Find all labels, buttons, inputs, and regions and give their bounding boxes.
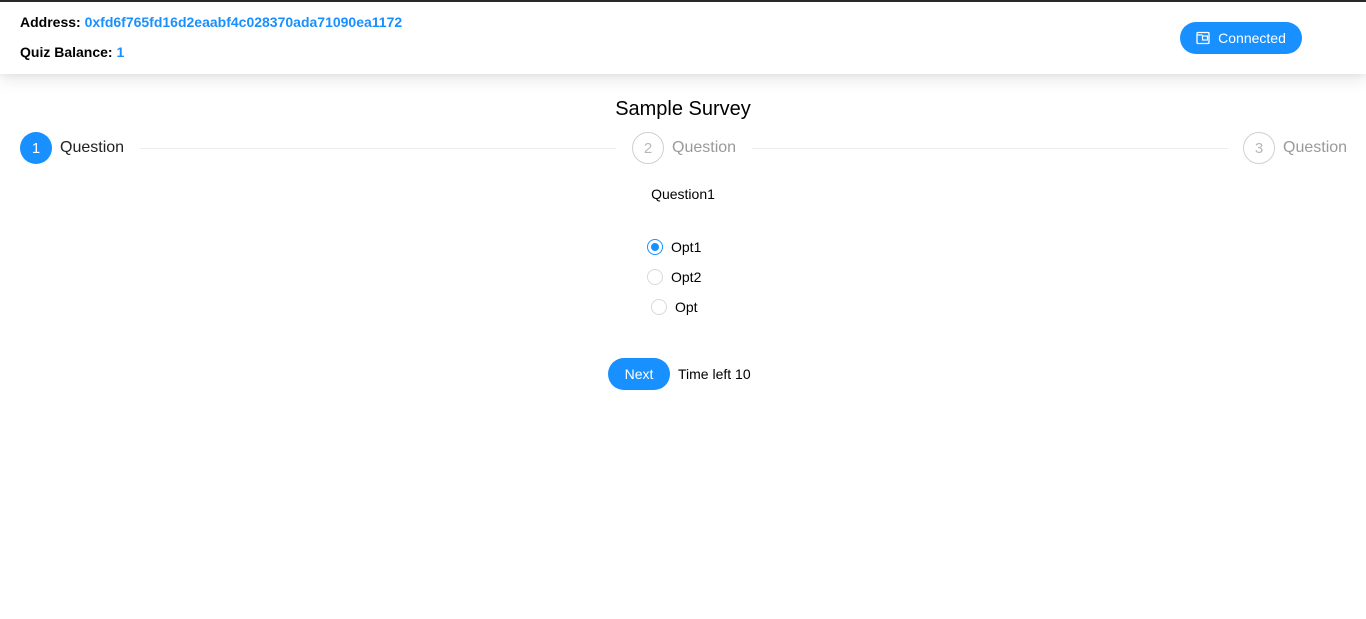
survey-title: Sample Survey [615, 98, 751, 120]
step-connector [752, 148, 1228, 149]
option-1-label: Opt1 [671, 239, 702, 255]
option-3[interactable]: Opt [651, 299, 698, 315]
next-button[interactable]: Next [608, 358, 670, 390]
option-2-label: Opt2 [671, 269, 702, 285]
connected-button[interactable]: Connected [1180, 22, 1302, 54]
step-3-label: Question [1283, 139, 1348, 156]
step-1-number: 1 [20, 132, 52, 164]
step-2: 2 Question [632, 132, 736, 164]
step-connector [140, 148, 616, 149]
app-header: Address: 0xfd6f765fd16d2eaabf4c028370ada… [0, 2, 1366, 74]
wallet-icon [1196, 31, 1210, 45]
connected-button-label: Connected [1218, 30, 1286, 46]
step-1: 1 Question [20, 132, 124, 164]
balance-row: Quiz Balance: 1 [20, 44, 124, 60]
question-text: Question1 [651, 186, 715, 202]
balance-label: Quiz Balance: [20, 44, 113, 60]
radio-button[interactable] [647, 269, 663, 285]
step-3-number: 3 [1243, 132, 1275, 164]
option-2[interactable]: Opt2 [647, 269, 701, 285]
step-1-label: Question [60, 139, 125, 156]
step-2-label: Question [672, 139, 737, 156]
time-left: Time left 10 [678, 366, 751, 382]
address-value: 0xfd6f765fd16d2eaabf4c028370ada71090ea11… [84, 14, 403, 30]
step-2-number: 2 [632, 132, 664, 164]
radio-button[interactable] [651, 299, 667, 315]
address-row: Address: 0xfd6f765fd16d2eaabf4c028370ada… [20, 14, 402, 30]
option-1[interactable]: Opt1 [647, 239, 701, 255]
radio-button-checked[interactable] [647, 239, 663, 255]
balance-value: 1 [116, 44, 125, 60]
option-3-label: Opt [675, 299, 698, 315]
step-3: 3 Question [1243, 132, 1347, 164]
address-label: Address: [20, 14, 81, 30]
